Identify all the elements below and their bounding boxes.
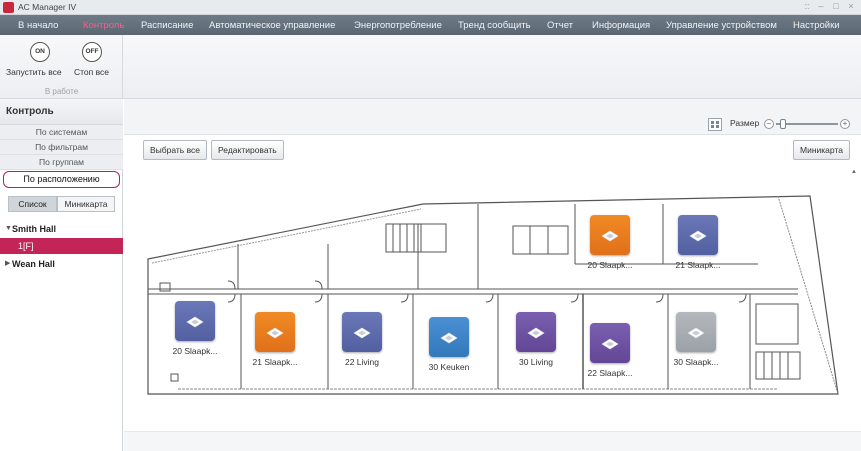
- ceiling-cassette-icon: [687, 327, 705, 339]
- tab-list[interactable]: Список: [8, 196, 57, 212]
- ac-unit-tile[interactable]: [590, 323, 630, 363]
- power-off-icon[interactable]: OFF: [82, 42, 102, 62]
- ac-unit-tile[interactable]: [590, 215, 630, 255]
- main-footer: [124, 431, 861, 451]
- ac-unit-label: 20 Slaapk...: [587, 260, 633, 270]
- title-bar: AC Manager IV :: – □ ×: [0, 0, 861, 15]
- ceiling-cassette-icon: [186, 316, 204, 328]
- tree-item-wean-hall[interactable]: ▶ Wean Hall: [0, 256, 123, 272]
- ac-unit-tile[interactable]: [342, 312, 382, 352]
- ceiling-cassette-icon: [266, 327, 284, 339]
- ac-unit[interactable]: 21 Slaapk...: [658, 215, 738, 270]
- start-all-button[interactable]: Запустить все: [6, 67, 62, 77]
- menu-trend-report[interactable]: Тренд сообщить: [458, 20, 531, 31]
- ac-unit-tile[interactable]: [678, 215, 718, 255]
- ac-unit-label: 22 Slaapk...: [587, 368, 633, 378]
- size-label: Размер: [730, 118, 760, 128]
- expand-icon[interactable]: ▼: [5, 221, 12, 237]
- operation-group: ON OFF Запустить все Стоп все В работе: [0, 35, 123, 99]
- main-menu: В начало Контроль Расписание Автоматичес…: [0, 15, 861, 35]
- view-by-system[interactable]: По системам: [0, 125, 123, 140]
- ceiling-cassette-icon: [353, 327, 371, 339]
- ac-unit-label: 22 Living: [344, 357, 380, 367]
- menu-auto-control[interactable]: Автоматическое управление: [209, 20, 335, 31]
- ceiling-cassette-icon: [527, 327, 545, 339]
- ac-unit[interactable]: 20 Slaapk...: [570, 215, 650, 270]
- ac-unit[interactable]: 30 Keuken: [409, 317, 489, 372]
- toolbar: ON OFF Запустить все Стоп все В работе: [0, 35, 861, 99]
- menu-report[interactable]: Отчет: [547, 20, 573, 31]
- view-by-filter[interactable]: По фильтрам: [0, 140, 123, 155]
- stop-all-button[interactable]: Стоп все: [74, 67, 109, 77]
- menu-info[interactable]: Информация: [592, 20, 650, 31]
- ac-unit-tile[interactable]: [516, 312, 556, 352]
- view-by-group[interactable]: По группам: [0, 155, 123, 170]
- ac-unit[interactable]: 30 Living: [496, 312, 576, 367]
- ceiling-cassette-icon: [440, 332, 458, 344]
- grid-view-icon[interactable]: [708, 118, 722, 131]
- sidebar-title: Контроль: [6, 106, 54, 117]
- tree-item-smith-hall[interactable]: ▼ Smith Hall: [0, 221, 123, 237]
- app-title: AC Manager IV: [18, 2, 77, 12]
- close-icon[interactable]: ×: [845, 1, 857, 11]
- menu-home[interactable]: В начало: [18, 20, 58, 31]
- ac-unit-label: 30 Living: [518, 357, 554, 367]
- ceiling-cassette-icon: [601, 338, 619, 350]
- menu-settings[interactable]: Настройки: [793, 20, 840, 31]
- tree-item-floor[interactable]: 1[F]: [0, 238, 123, 254]
- size-slider[interactable]: − +: [764, 119, 850, 129]
- ac-unit-label: 20 Slaapk...: [172, 346, 218, 356]
- floor-plan: [147, 195, 839, 395]
- sidebar: Контроль По системам По фильтрам По груп…: [0, 99, 123, 451]
- maximize-icon[interactable]: □: [830, 1, 842, 11]
- ac-unit-tile[interactable]: [175, 301, 215, 341]
- ac-unit-label: 30 Slaapk...: [673, 357, 719, 367]
- tab-minimap[interactable]: Миникарта: [57, 196, 115, 212]
- power-on-icon[interactable]: ON: [30, 42, 50, 62]
- select-all-button[interactable]: Выбрать все: [143, 140, 207, 160]
- view-by-location[interactable]: По расположению: [3, 171, 120, 188]
- ac-unit[interactable]: 22 Slaapk...: [570, 323, 650, 378]
- ac-unit-tile[interactable]: [429, 317, 469, 357]
- menu-schedule[interactable]: Расписание: [141, 20, 193, 31]
- group-label: В работе: [44, 87, 79, 96]
- app-logo-icon: [3, 2, 14, 13]
- ac-unit-tile[interactable]: [676, 312, 716, 352]
- minimize-icon[interactable]: –: [815, 1, 827, 11]
- menu-control[interactable]: Контроль: [83, 20, 124, 31]
- slider-thumb[interactable]: [780, 119, 786, 129]
- minimap-button[interactable]: Миникарта: [793, 140, 850, 160]
- ac-unit[interactable]: 30 Slaapk...: [656, 312, 736, 367]
- ac-unit-tile[interactable]: [255, 312, 295, 352]
- menu-device-management[interactable]: Управление устройством: [666, 20, 777, 31]
- restore-icon[interactable]: ::: [801, 1, 813, 11]
- ac-unit-label: 30 Keuken: [428, 362, 470, 372]
- collapse-icon[interactable]: ▶: [5, 256, 10, 272]
- ac-unit-label: 21 Slaapk...: [252, 357, 298, 367]
- main-header: Размер − +: [124, 99, 861, 135]
- ac-unit[interactable]: 20 Slaapk...: [155, 301, 235, 356]
- zoom-out-icon[interactable]: −: [764, 119, 774, 129]
- zoom-in-icon[interactable]: +: [840, 119, 850, 129]
- ac-unit-label: 21 Slaapk...: [675, 260, 721, 270]
- menu-energy[interactable]: Энергопотребление: [354, 20, 442, 31]
- edit-button[interactable]: Редактировать: [211, 140, 284, 160]
- ac-unit[interactable]: 22 Living: [322, 312, 402, 367]
- scroll-up-icon[interactable]: ▲: [851, 169, 857, 175]
- ceiling-cassette-icon: [689, 230, 707, 242]
- sidebar-header: Контроль: [0, 99, 123, 125]
- main-panel: Размер − + Выбрать все Редактировать Мин…: [124, 99, 861, 451]
- ac-unit[interactable]: 21 Slaapk...: [235, 312, 315, 367]
- ceiling-cassette-icon: [601, 230, 619, 242]
